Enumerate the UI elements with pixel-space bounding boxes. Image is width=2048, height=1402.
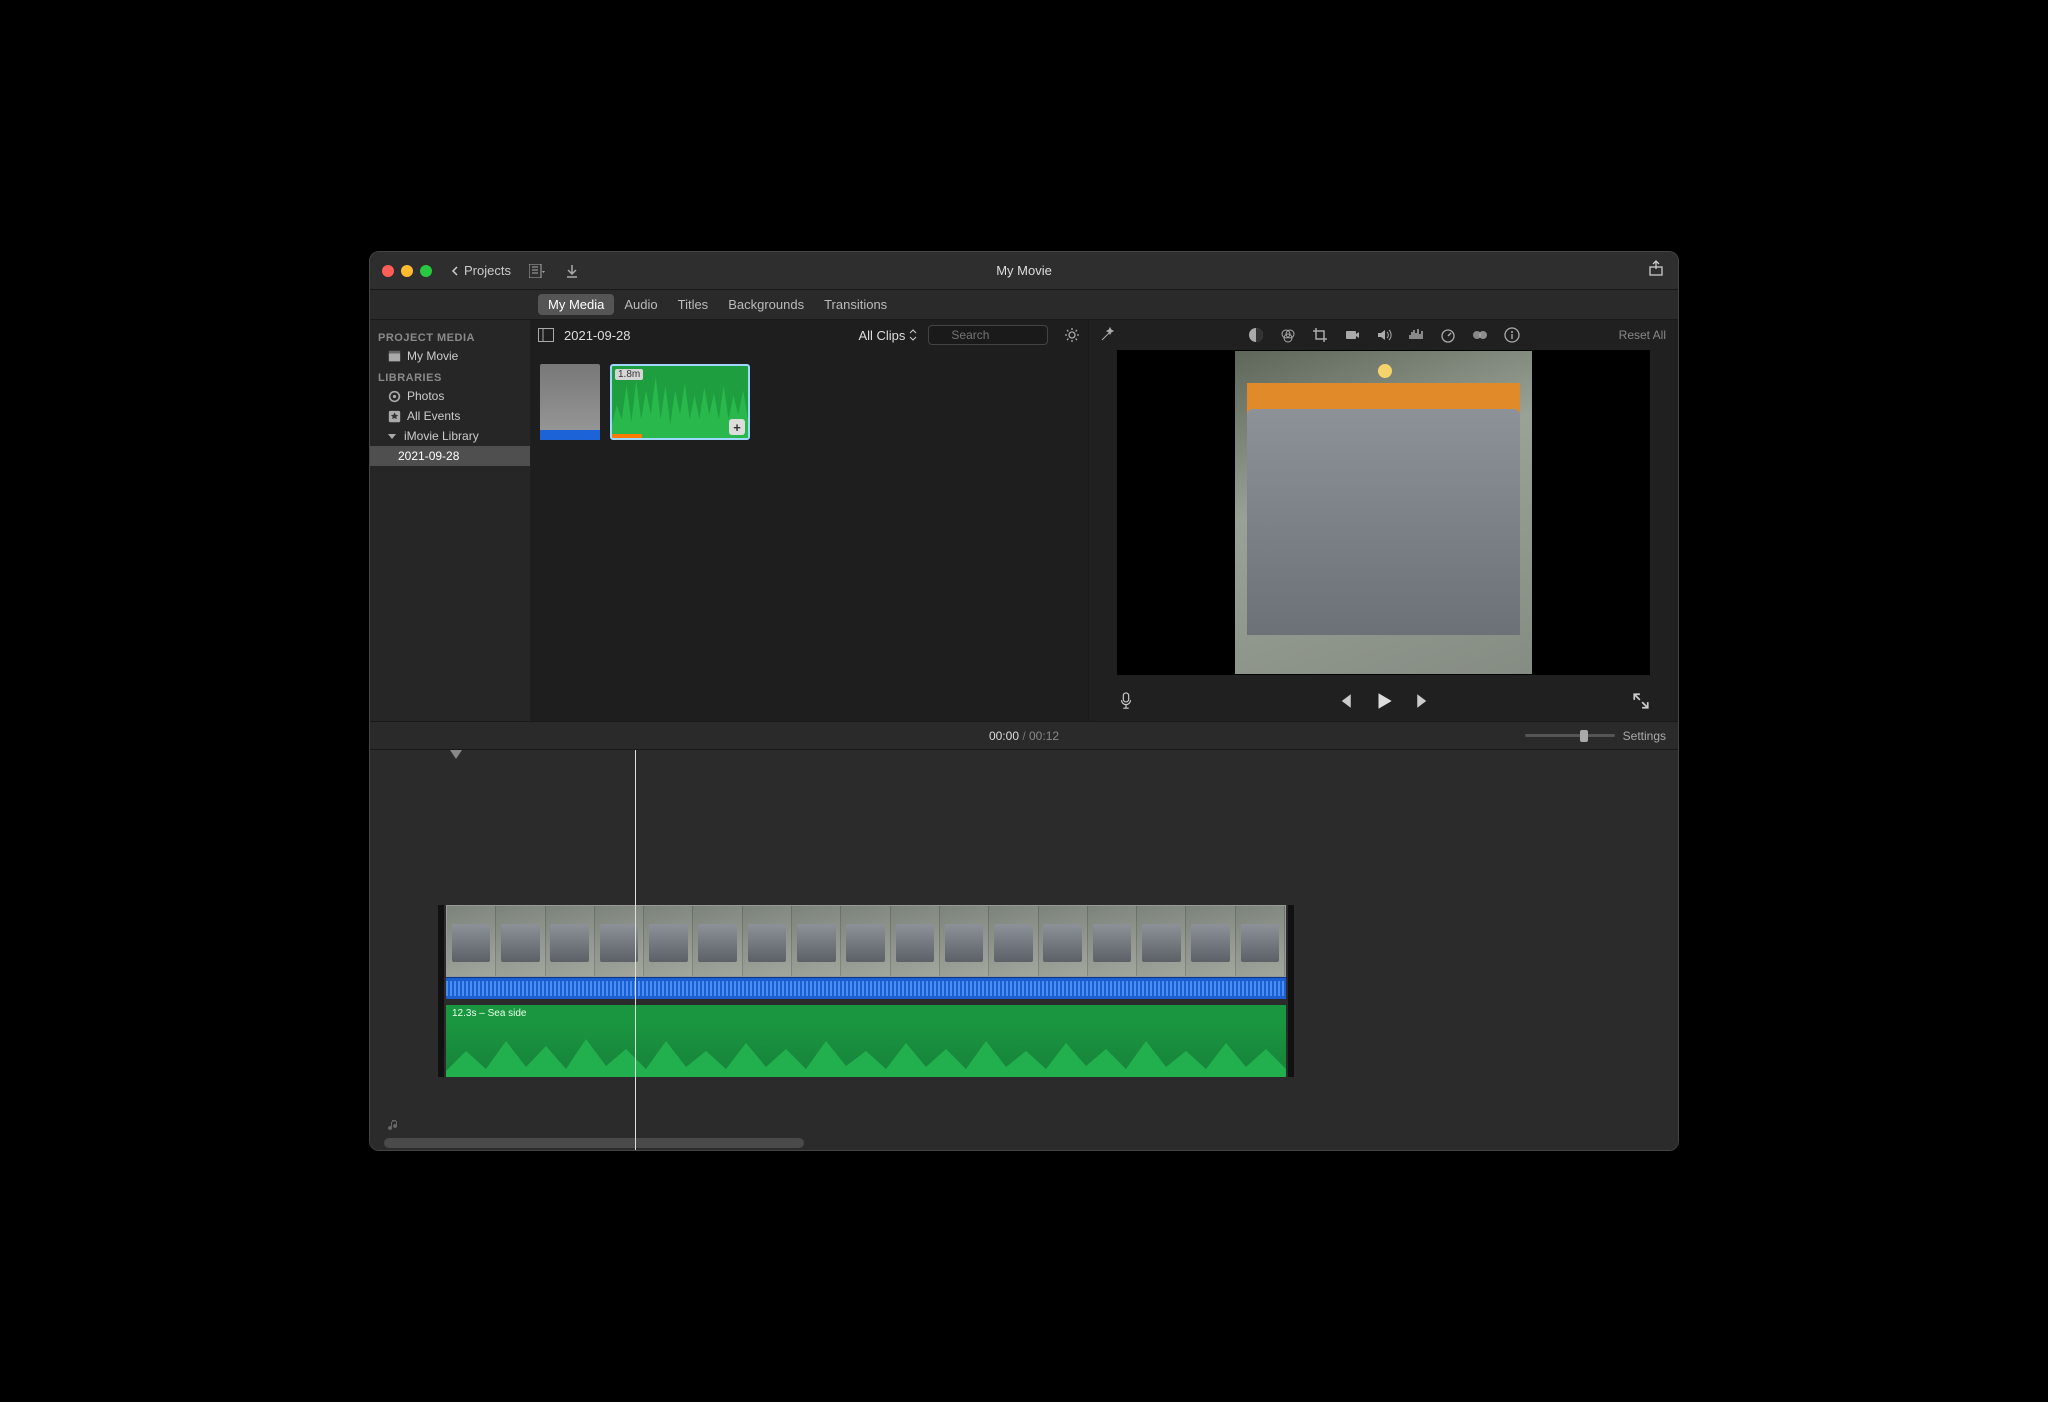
sidebar-item-my-movie[interactable]: My Movie [370, 346, 530, 366]
music-row-icon [386, 1117, 402, 1138]
tab-audio[interactable]: Audio [614, 294, 667, 315]
music-clip-label: 12.3s – Sea side [452, 1008, 527, 1019]
clip-end-handle[interactable] [1288, 905, 1294, 1077]
sidebar-item-label: 2021-09-28 [398, 449, 459, 463]
sidebar-item-label: iMovie Library [404, 429, 479, 443]
search-wrap [928, 325, 1048, 345]
video-audio-waveform[interactable] [446, 977, 1286, 999]
browser-toolbar: 2021-09-28 All Clips [530, 320, 1088, 350]
disclosure-triangle-icon[interactable] [388, 434, 396, 439]
tab-my-media[interactable]: My Media [538, 294, 614, 315]
settings-button[interactable]: Settings [1623, 729, 1666, 743]
audio-clip-thumbnail[interactable]: 1.8m + [610, 364, 750, 440]
timeline[interactable]: 12.3s – Sea side [370, 750, 1678, 1150]
color-balance-icon[interactable] [1248, 327, 1264, 343]
libraries-header: LIBRARIES [370, 366, 530, 386]
video-clip-thumbnail[interactable] [540, 364, 600, 440]
sidebar: PROJECT MEDIA My Movie LIBRARIES Photos … [370, 320, 530, 721]
window-title: My Movie [996, 263, 1052, 278]
clip-filter-icon[interactable] [1472, 327, 1488, 343]
tab-titles[interactable]: Titles [668, 294, 719, 315]
clip-start-handle[interactable] [438, 905, 444, 1077]
timeline-clip[interactable]: 12.3s – Sea side [446, 905, 1286, 1077]
tab-backgrounds[interactable]: Backgrounds [718, 294, 814, 315]
preview-viewer[interactable] [1117, 350, 1650, 675]
music-track-clip[interactable]: 12.3s – Sea side [446, 1005, 1286, 1077]
photos-icon [388, 390, 401, 403]
updown-icon [908, 329, 918, 341]
zoom-slider[interactable] [1525, 734, 1615, 737]
clapperboard-icon [388, 350, 401, 363]
volume-icon[interactable] [1376, 327, 1392, 343]
crop-icon[interactable] [1312, 327, 1328, 343]
back-to-projects-button[interactable]: Projects [450, 263, 511, 278]
back-label: Projects [464, 263, 511, 278]
video-filmstrip[interactable] [446, 905, 1286, 977]
music-waveform [446, 1021, 1286, 1077]
share-icon[interactable] [1648, 260, 1664, 281]
total-time: 00:12 [1029, 729, 1059, 743]
title-bar: Projects My Movie [370, 252, 1678, 290]
window-controls [382, 265, 432, 277]
noise-reduction-icon[interactable] [1408, 327, 1424, 343]
timeline-zoom: Settings [1525, 729, 1666, 743]
zoom-window-button[interactable] [420, 265, 432, 277]
sidebar-item-all-events[interactable]: All Events [370, 406, 530, 426]
enhance-wand-icon[interactable] [1099, 327, 1115, 343]
preview-frame [1235, 351, 1532, 674]
sidebar-item-imovie-library[interactable]: iMovie Library [370, 426, 530, 446]
clip-filter-dropdown[interactable]: All Clips [858, 328, 918, 343]
clip-area[interactable]: 1.8m + [530, 350, 1088, 721]
next-frame-icon[interactable] [1415, 692, 1433, 710]
sidebar-item-label: My Movie [407, 349, 458, 363]
event-title: 2021-09-28 [564, 328, 631, 343]
left-pane: PROJECT MEDIA My Movie LIBRARIES Photos … [370, 320, 1089, 721]
sidebar-toggle-icon[interactable] [538, 328, 554, 342]
media-browser: 2021-09-28 All Clips [530, 320, 1088, 721]
horizontal-scrollbar[interactable] [384, 1138, 804, 1148]
voiceover-mic-icon[interactable] [1117, 692, 1135, 710]
tab-transitions[interactable]: Transitions [814, 294, 897, 315]
current-time: 00:00 [989, 729, 1019, 743]
sidebar-item-label: All Events [407, 409, 460, 423]
clip-duration-badge: 1.8m [615, 369, 643, 380]
reset-all-button[interactable]: Reset All [1619, 328, 1666, 342]
timeline-header: 00:00 / 00:12 Settings [370, 722, 1678, 750]
library-list-icon[interactable] [529, 264, 547, 278]
prev-frame-icon[interactable] [1335, 692, 1353, 710]
app-window: Projects My Movie My Media Audio Titles … [369, 251, 1679, 1151]
project-media-header: PROJECT MEDIA [370, 326, 530, 346]
close-window-button[interactable] [382, 265, 394, 277]
minimize-window-button[interactable] [401, 265, 413, 277]
gear-icon[interactable] [1064, 327, 1080, 343]
star-icon [388, 410, 401, 423]
timeline-time: 00:00 / 00:12 [989, 729, 1059, 743]
sidebar-item-photos[interactable]: Photos [370, 386, 530, 406]
fullscreen-icon[interactable] [1632, 692, 1650, 710]
chevron-left-icon [450, 266, 460, 276]
speed-icon[interactable] [1440, 327, 1456, 343]
stabilization-icon[interactable] [1344, 327, 1360, 343]
favorite-marker [612, 434, 642, 438]
media-tabs: My Media Audio Titles Backgrounds Transi… [370, 290, 1678, 320]
playhead-marker-icon[interactable] [450, 750, 462, 759]
playhead-line[interactable] [635, 750, 636, 1150]
sidebar-item-event-2021-09-28[interactable]: 2021-09-28 [370, 446, 530, 466]
search-input[interactable] [928, 325, 1048, 345]
add-clip-button[interactable]: + [729, 419, 745, 435]
playback-controls [1089, 681, 1678, 721]
main-split: PROJECT MEDIA My Movie LIBRARIES Photos … [370, 320, 1678, 722]
import-icon[interactable] [565, 264, 579, 278]
viewer-pane: Reset All [1089, 320, 1678, 721]
viewer-toolbar: Reset All [1089, 320, 1678, 350]
sidebar-item-label: Photos [407, 389, 444, 403]
color-correction-icon[interactable] [1280, 327, 1296, 343]
play-icon[interactable] [1373, 690, 1395, 712]
info-icon[interactable] [1504, 327, 1520, 343]
filter-label: All Clips [858, 328, 905, 343]
